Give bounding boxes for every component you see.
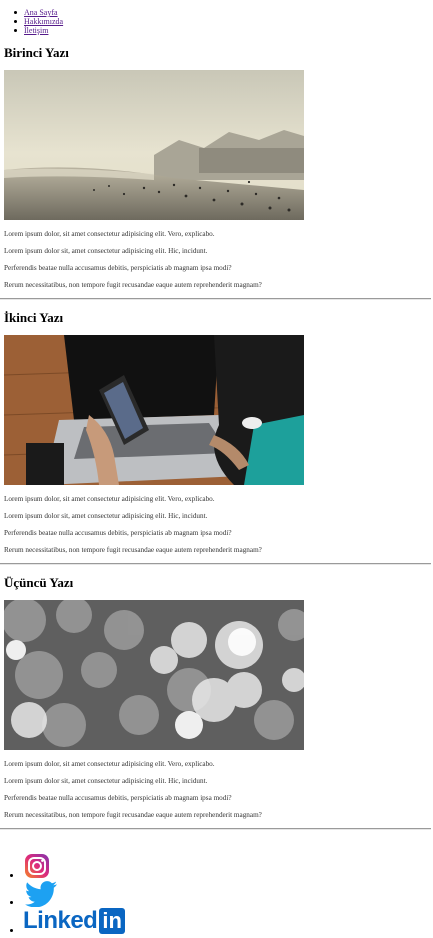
post-paragraph: Rerum necessitatibus, non tempore fugit … — [4, 546, 262, 554]
bullet-icon — [14, 11, 17, 14]
nav-link-home[interactable]: Ana Sayfa — [24, 8, 58, 17]
divider — [0, 563, 431, 565]
instagram-icon[interactable] — [24, 853, 50, 879]
beach-photo — [4, 70, 304, 220]
laptop-phone-photo — [4, 335, 304, 485]
post-paragraph: Perferendis beatae nulla accusamus debit… — [4, 794, 232, 802]
linkedin-wordmark: Linked — [23, 907, 98, 934]
bullet-icon — [14, 29, 17, 32]
divider — [0, 828, 431, 830]
post-title: Birinci Yazı — [4, 45, 69, 60]
post-title: Üçüncü Yazı — [4, 575, 74, 590]
post-paragraph: Perferendis beatae nulla accusamus debit… — [4, 529, 232, 537]
bokeh-photo — [4, 600, 304, 750]
post-paragraph: Rerum necessitatibus, non tempore fugit … — [4, 811, 262, 819]
divider — [0, 298, 431, 300]
post-title: İkinci Yazı — [4, 310, 64, 325]
social-item-twitter — [0, 880, 60, 908]
post-paragraph: Lorem ipsum dolor sit, amet consectetur … — [4, 512, 208, 520]
post-paragraph: Lorem ipsum dolor, sit amet consectetur … — [4, 760, 215, 768]
bullet-icon — [10, 901, 13, 904]
post-paragraph: Lorem ipsum dolor sit, amet consectetur … — [4, 777, 208, 785]
linkedin-logo[interactable]: Linked in — [23, 908, 125, 936]
social-item-linkedin: Linked in — [0, 908, 140, 938]
post-paragraph: Lorem ipsum dolor, sit amet consectetur … — [4, 495, 215, 503]
nav-link-contact[interactable]: İletişim — [24, 26, 48, 35]
social-item-instagram — [0, 852, 60, 882]
bullet-icon — [14, 20, 17, 23]
nav-link-about[interactable]: Hakkımızda — [24, 17, 63, 26]
post-paragraph: Perferendis beatae nulla accusamus debit… — [4, 264, 232, 272]
post-paragraph: Rerum necessitatibus, non tempore fugit … — [4, 281, 262, 289]
bullet-icon — [10, 929, 13, 932]
linkedin-in-box: in — [99, 908, 125, 934]
post-paragraph: Lorem ipsum dolor, sit amet consectetur … — [4, 230, 215, 238]
bullet-icon — [10, 874, 13, 877]
twitter-icon[interactable] — [24, 881, 58, 908]
post-paragraph: Lorem ipsum dolor sit, amet consectetur … — [4, 247, 208, 255]
